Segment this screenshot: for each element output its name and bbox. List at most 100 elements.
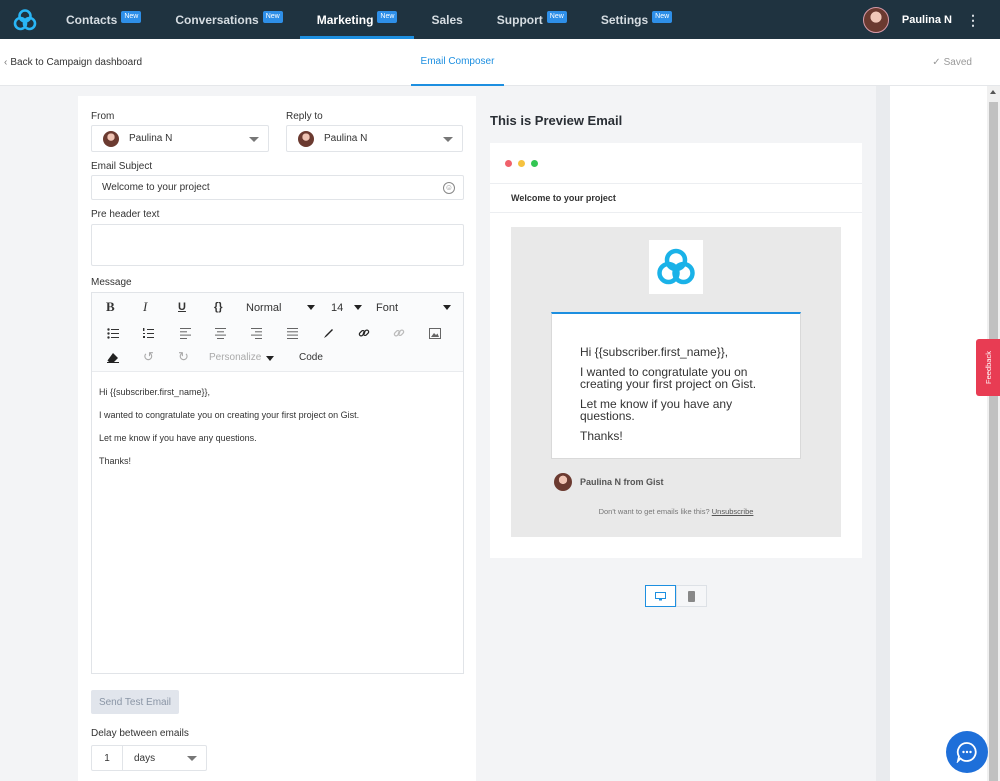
email-line: Thanks! — [580, 429, 623, 443]
avatar — [298, 130, 314, 147]
email-body: Hi {{subscriber.first_name}}, I wanted t… — [511, 227, 841, 537]
reply-to-label: Reply to — [286, 111, 323, 122]
preview-subject: Welcome to your project — [490, 184, 862, 213]
undo-icon[interactable]: ↺ — [143, 349, 154, 365]
email-line: Let me know if you have any questions. — [580, 397, 733, 423]
chat-icon — [956, 742, 977, 763]
emoji-icon[interactable]: ☺ — [443, 182, 455, 194]
underline-button[interactable]: U — [178, 299, 186, 315]
new-badge: New — [652, 10, 673, 23]
tab-email-composer[interactable]: Email Composer — [411, 39, 504, 86]
saved-status: ✓ Saved — [932, 57, 972, 68]
align-center-icon[interactable] — [215, 325, 226, 341]
image-icon[interactable] — [429, 325, 441, 341]
sub-header: ‹ Back to Campaign dashboard Email Compos… — [0, 39, 1000, 86]
bulleted-list-icon[interactable] — [107, 325, 119, 341]
delay-label: Delay between emails — [91, 728, 189, 739]
green-dot-icon — [531, 160, 538, 167]
scrollbar[interactable] — [987, 86, 1000, 781]
nav-item-label: Settings — [600, 12, 649, 27]
from-select[interactable]: Paulina N — [91, 125, 269, 152]
message-editor[interactable]: B I U {} Normal 14 Font ↺ ↻ Personalize … — [91, 292, 464, 674]
tab-label: Email Composer — [420, 56, 495, 67]
subject-label: Email Subject — [91, 161, 153, 172]
delay-number-input[interactable]: 1 — [92, 746, 123, 770]
align-left-icon[interactable] — [180, 325, 191, 341]
numbered-list-icon[interactable] — [143, 325, 154, 341]
message-line: I wanted to congratulate you on creating… — [99, 410, 360, 420]
font-size-select[interactable]: 14 — [331, 300, 343, 316]
chat-launcher-button[interactable] — [946, 731, 988, 773]
email-message-card: Hi {{subscriber.first_name}}, I wanted t… — [551, 312, 801, 459]
avatar[interactable] — [862, 6, 889, 33]
braces-button[interactable]: {} — [214, 299, 223, 315]
new-badge: New — [546, 10, 567, 23]
red-dot-icon — [505, 160, 512, 167]
mobile-view-button[interactable] — [676, 585, 707, 607]
link-icon[interactable] — [358, 325, 370, 341]
code-button[interactable]: Code — [299, 349, 323, 365]
back-to-dashboard-link[interactable]: ‹ Back to Campaign dashboard — [4, 57, 142, 68]
clear-format-icon[interactable] — [107, 349, 119, 365]
new-badge: New — [262, 10, 283, 23]
redo-icon[interactable]: ↻ — [178, 349, 189, 365]
message-label: Message — [91, 277, 132, 288]
delay-input-group: 1 days — [91, 745, 207, 771]
back-link-label: Back to Campaign dashboard — [10, 57, 143, 68]
feedback-tab[interactable]: Feedback — [976, 339, 1000, 396]
gist-logo-icon[interactable] — [0, 0, 49, 39]
nav-item-support[interactable]: Support New — [480, 0, 584, 39]
scroll-up-icon[interactable] — [990, 90, 996, 94]
nav-item-marketing[interactable]: Marketing New — [299, 0, 415, 39]
delay-unit-value: days — [134, 752, 156, 764]
scrollbar-thumb[interactable] — [989, 102, 998, 781]
unsubscribe-link[interactable]: Unsubscribe — [712, 507, 754, 516]
nav-item-label: Support — [496, 12, 543, 27]
subject-input[interactable]: Welcome to your project ☺ — [91, 175, 464, 200]
chevron-left-icon: ‹ — [4, 57, 8, 68]
personalize-select[interactable]: Personalize — [209, 349, 261, 365]
editor-toolbar: B I U {} Normal 14 Font ↺ ↻ Personalize … — [92, 293, 463, 372]
send-test-email-button[interactable]: Send Test Email — [91, 690, 179, 714]
align-right-icon[interactable] — [251, 325, 262, 341]
nav-item-settings[interactable]: Settings New — [584, 0, 689, 39]
preheader-input[interactable] — [91, 224, 464, 266]
unlink-icon[interactable] — [393, 325, 405, 341]
preheader-label: Pre header text — [91, 209, 160, 220]
subject-value: Welcome to your project — [102, 182, 210, 193]
top-navigation: Contacts New Conversations New Marketing… — [0, 0, 1000, 39]
chevron-down-icon — [354, 305, 362, 310]
sender-name: Paulina N from Gist — [580, 477, 664, 487]
right-panel — [890, 86, 987, 781]
delay-unit-select[interactable]: days — [123, 746, 206, 770]
reply-to-select[interactable]: Paulina N — [286, 125, 463, 152]
nav-item-conversations[interactable]: Conversations New — [158, 0, 299, 39]
unsubscribe-text: Don't want to get emails like this? — [598, 507, 710, 516]
bold-button[interactable]: B — [106, 299, 115, 315]
from-label: From — [91, 111, 115, 122]
desktop-icon — [655, 591, 666, 600]
chevron-down-icon — [266, 356, 274, 361]
desktop-view-button[interactable] — [645, 585, 676, 607]
email-line: I wanted to congratulate you on creating… — [580, 365, 757, 391]
yellow-dot-icon — [518, 160, 525, 167]
italic-button[interactable]: I — [143, 299, 147, 315]
avatar — [103, 130, 119, 147]
nav-item-label: Conversations — [175, 12, 259, 27]
chevron-down-icon — [443, 305, 451, 310]
feedback-label: Feedback — [983, 351, 993, 384]
nav-item-contacts[interactable]: Contacts New — [49, 0, 158, 39]
font-select[interactable]: Font — [376, 300, 398, 316]
more-menu-icon[interactable]: ⋮ — [966, 13, 980, 27]
heading-select[interactable]: Normal — [246, 300, 281, 316]
panel-gutter — [876, 86, 890, 781]
email-sender: Paulina N from Gist — [554, 473, 664, 491]
text-color-icon[interactable] — [323, 325, 334, 341]
align-justify-icon[interactable] — [287, 325, 298, 341]
nav-item-sales[interactable]: Sales — [414, 0, 479, 39]
device-toggle — [645, 585, 707, 607]
user-menu[interactable]: Paulina N ⋮ — [862, 0, 1000, 39]
unsubscribe-footer: Don't want to get emails like this? Unsu… — [511, 507, 841, 516]
nav-item-label: Contacts — [66, 12, 118, 27]
nav-item-label: Sales — [431, 12, 463, 27]
